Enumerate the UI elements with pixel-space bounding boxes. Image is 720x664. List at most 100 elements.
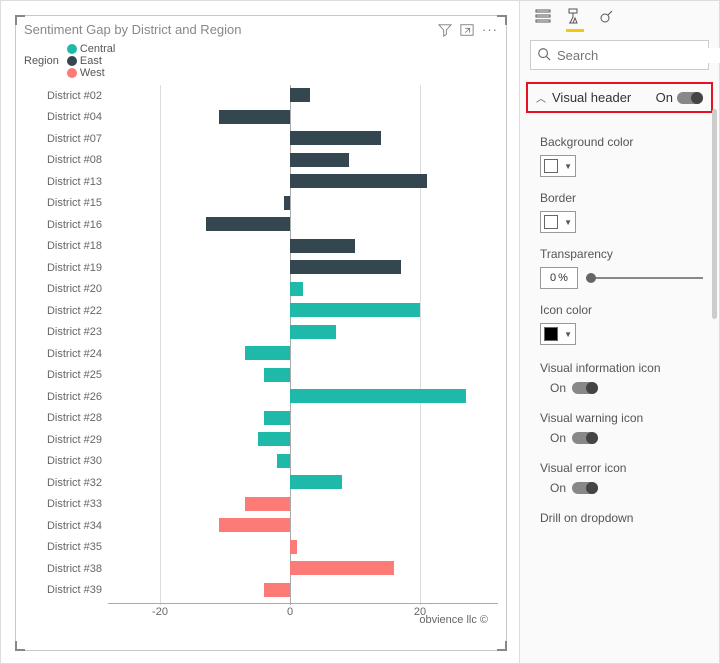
visual-err-label: Visual error icon [540,461,703,475]
bar[interactable] [290,260,401,274]
y-axis-label: District #28 [24,412,108,424]
y-axis-label: District #35 [24,541,108,553]
y-axis-label: District #02 [24,90,108,102]
bar[interactable] [290,239,355,253]
visual-info-toggle[interactable]: On [540,381,703,395]
bar[interactable] [290,153,349,167]
focus-mode-icon[interactable] [460,23,474,37]
bar[interactable] [290,561,394,575]
y-axis-label: District #30 [24,455,108,467]
bar[interactable] [290,540,297,554]
legend-text: Central [80,43,115,55]
legend-swatch [67,68,77,78]
legend-text: West [80,67,105,79]
y-axis-label: District #33 [24,498,108,510]
chart-row: District #22 [24,300,498,321]
search-input[interactable] [557,48,720,63]
visual-header-toggle[interactable]: On [656,90,703,105]
bar[interactable] [206,217,291,231]
y-axis-label: District #38 [24,563,108,575]
bar[interactable] [284,196,291,210]
chart-row: District #28 [24,408,498,429]
chart-row: District #18 [24,236,498,257]
chart-row: District #35 [24,537,498,558]
chart-row: District #02 [24,85,498,106]
more-options-icon[interactable]: ··· [482,22,498,37]
bar[interactable] [245,346,291,360]
chart-row: District #38 [24,558,498,579]
chart-row: District #20 [24,279,498,300]
bar[interactable] [264,368,290,382]
y-axis-label: District #20 [24,283,108,295]
bar[interactable] [290,475,342,489]
section-visual-header[interactable]: ︿ Visual header On [526,82,713,113]
y-axis-label: District #32 [24,477,108,489]
y-axis-label: District #07 [24,133,108,145]
y-axis-label: District #25 [24,369,108,381]
iconcolor-label: Icon color [540,303,703,317]
chart-row: District #08 [24,150,498,171]
toggle-knob [677,92,703,104]
visual-title: Sentiment Gap by District and Region [24,22,438,37]
legend-item[interactable]: West [67,67,115,79]
tab-format[interactable] [566,7,584,32]
report-canvas: Sentiment Gap by District and Region ···… [1,1,519,663]
legend-swatch [67,56,77,66]
bar[interactable] [219,110,291,124]
resize-handle-tr[interactable] [497,15,507,25]
credit-text: obvience llc © [419,614,488,626]
visual-err-toggle[interactable]: On [540,481,703,495]
bar[interactable] [245,497,291,511]
y-axis-label: District #04 [24,111,108,123]
bar[interactable] [290,389,466,403]
bar[interactable] [290,282,303,296]
color-swatch [544,327,558,341]
border-picker[interactable]: ▼ [540,211,576,233]
y-axis-label: District #19 [24,262,108,274]
chevron-down-icon: ▼ [564,330,572,339]
color-swatch [544,215,558,229]
legend-item[interactable]: East [67,55,115,67]
chart-row: District #04 [24,107,498,128]
resize-handle-tl[interactable] [15,15,25,25]
legend-text: East [80,55,102,67]
bar[interactable] [264,583,290,597]
chart-row: District #29 [24,429,498,450]
filter-icon[interactable] [438,23,452,37]
y-axis-label: District #15 [24,197,108,209]
search-input-wrapper[interactable] [530,40,709,70]
y-axis-label: District #23 [24,326,108,338]
bar[interactable] [290,88,310,102]
bar[interactable] [290,174,427,188]
transparency-slider[interactable] [586,277,703,279]
chart-row: District #24 [24,343,498,364]
bar[interactable] [219,518,291,532]
format-pane: ︿ Visual header On Background color ▼ Bo… [519,1,719,663]
bar[interactable] [290,131,381,145]
legend-item[interactable]: Central [67,43,115,55]
chart-row: District #26 [24,386,498,407]
y-axis-label: District #34 [24,520,108,532]
legend-label: Region [24,55,59,67]
scrollbar[interactable] [712,109,717,319]
visual-container[interactable]: Sentiment Gap by District and Region ···… [15,15,507,651]
bar[interactable] [258,432,291,446]
tab-analytics[interactable] [598,7,616,32]
bar[interactable] [264,411,290,425]
bar[interactable] [290,303,420,317]
search-icon [537,47,551,64]
bgcolor-picker[interactable]: ▼ [540,155,576,177]
section-label: Visual header [552,90,631,105]
transparency-input[interactable]: 0 % [540,267,578,289]
visual-warn-label: Visual warning icon [540,411,703,425]
chart-row: District #23 [24,322,498,343]
chart-row: District #13 [24,171,498,192]
iconcolor-picker[interactable]: ▼ [540,323,576,345]
bar[interactable] [290,325,336,339]
tab-fields[interactable] [534,7,552,32]
y-axis-label: District #16 [24,219,108,231]
visual-warn-toggle[interactable]: On [540,431,703,445]
bar[interactable] [277,454,290,468]
y-axis-label: District #39 [24,584,108,596]
chart-row: District #25 [24,365,498,386]
